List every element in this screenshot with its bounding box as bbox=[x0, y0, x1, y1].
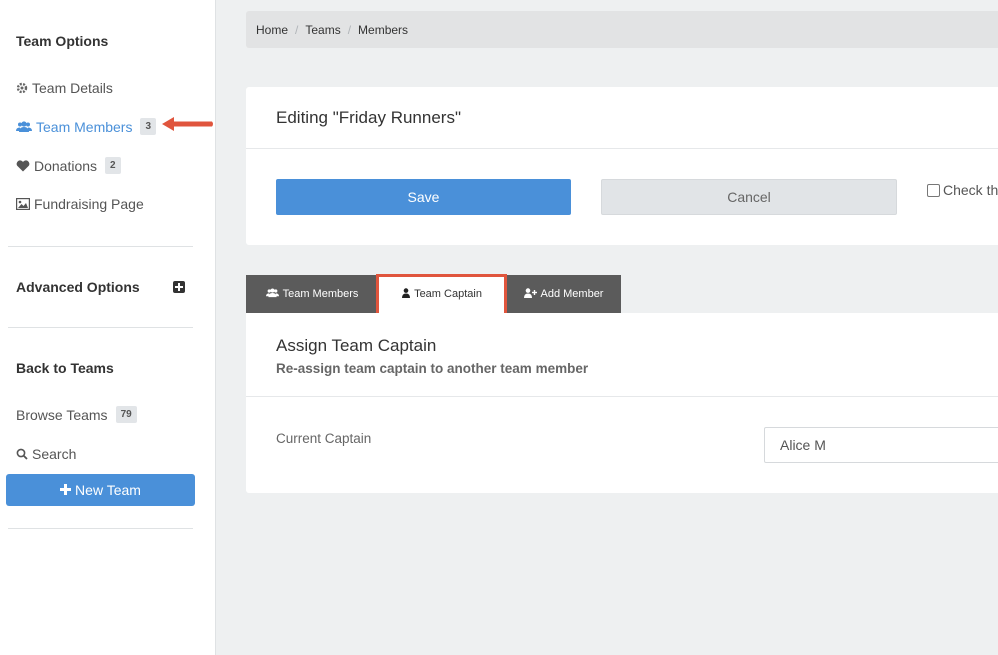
sidebar-item-label: Team Members bbox=[36, 118, 133, 135]
sidebar-item-label: Fundraising Page bbox=[34, 196, 144, 212]
sidebar-item-label: Donations bbox=[34, 157, 98, 174]
sidebar-item-team-members[interactable]: Team Members 3 bbox=[16, 118, 157, 135]
sidebar-item-donations[interactable]: Donations 2 bbox=[16, 157, 121, 174]
count-badge: 2 bbox=[105, 157, 121, 174]
tab-team-members[interactable]: Team Members bbox=[246, 275, 378, 313]
count-badge: 3 bbox=[140, 118, 157, 135]
breadcrumb-current: Members bbox=[358, 22, 409, 37]
section-subtitle: Re-assign team captain to another team m… bbox=[276, 361, 589, 376]
selected-captain-value: Alice M bbox=[780, 437, 826, 453]
sidebar-item-label: Search bbox=[32, 446, 77, 462]
section-title: Assign Team Captain bbox=[276, 336, 437, 355]
count-badge: 79 bbox=[115, 406, 137, 423]
current-captain-label: Current Captain bbox=[276, 431, 372, 446]
editing-panel: Editing "Friday Runners" Save Cancel Che… bbox=[246, 87, 998, 245]
current-captain-select[interactable]: Alice M bbox=[764, 427, 998, 463]
sidebar-item-team-details[interactable]: Team Details bbox=[16, 80, 113, 96]
confirm-checkbox-row: Check th bbox=[927, 182, 998, 198]
team-options-heading: Team Options bbox=[16, 33, 109, 49]
sidebar-divider bbox=[8, 327, 193, 328]
new-team-label: New Team bbox=[75, 482, 141, 498]
tab-label: Add Member bbox=[540, 288, 604, 300]
heart-icon bbox=[16, 159, 30, 172]
sidebar-item-label: Team Details bbox=[32, 80, 113, 96]
sidebar-divider bbox=[8, 528, 193, 529]
breadcrumb-home[interactable]: Home bbox=[256, 23, 288, 37]
breadcrumb: Home / Teams / Members bbox=[246, 11, 998, 48]
sidebar-item-browse-teams[interactable]: Browse Teams 79 bbox=[16, 406, 137, 423]
sidebar-item-fundraising-page[interactable]: Fundraising Page bbox=[16, 196, 144, 212]
gear-icon bbox=[16, 82, 28, 94]
breadcrumb-separator: / bbox=[347, 22, 352, 37]
users-icon bbox=[265, 287, 279, 301]
tab-add-member[interactable]: Add Member bbox=[506, 275, 621, 313]
confirm-checkbox[interactable] bbox=[927, 183, 940, 197]
annotation-arrow-icon bbox=[160, 115, 216, 138]
save-button[interactable]: Save bbox=[276, 179, 571, 215]
page-title: Editing "Friday Runners" bbox=[246, 87, 998, 149]
sidebar-divider bbox=[8, 246, 193, 247]
new-team-button[interactable]: New Team bbox=[6, 474, 195, 506]
plus-square-icon[interactable] bbox=[173, 281, 185, 293]
image-icon bbox=[16, 198, 30, 210]
users-icon bbox=[16, 120, 32, 133]
advanced-options-heading: Advanced Options bbox=[16, 279, 140, 295]
team-captain-panel: Assign Team Captain Re-assign team capta… bbox=[246, 313, 998, 493]
cancel-button[interactable]: Cancel bbox=[601, 179, 897, 215]
breadcrumb-teams[interactable]: Teams bbox=[305, 23, 340, 37]
plus-icon bbox=[60, 482, 72, 498]
panel-divider bbox=[246, 396, 998, 397]
confirm-checkbox-label: Check th bbox=[943, 182, 998, 198]
search-icon bbox=[16, 448, 28, 460]
breadcrumb-separator: / bbox=[295, 22, 299, 37]
sidebar: Team Options Team Details Team Members 3… bbox=[0, 0, 216, 655]
tab-label: Team Members bbox=[282, 288, 359, 300]
back-to-teams-heading: Back to Teams bbox=[16, 360, 114, 376]
sidebar-item-search[interactable]: Search bbox=[16, 446, 76, 462]
user-plus-icon bbox=[523, 287, 537, 301]
sidebar-item-label: Browse Teams bbox=[16, 406, 108, 423]
